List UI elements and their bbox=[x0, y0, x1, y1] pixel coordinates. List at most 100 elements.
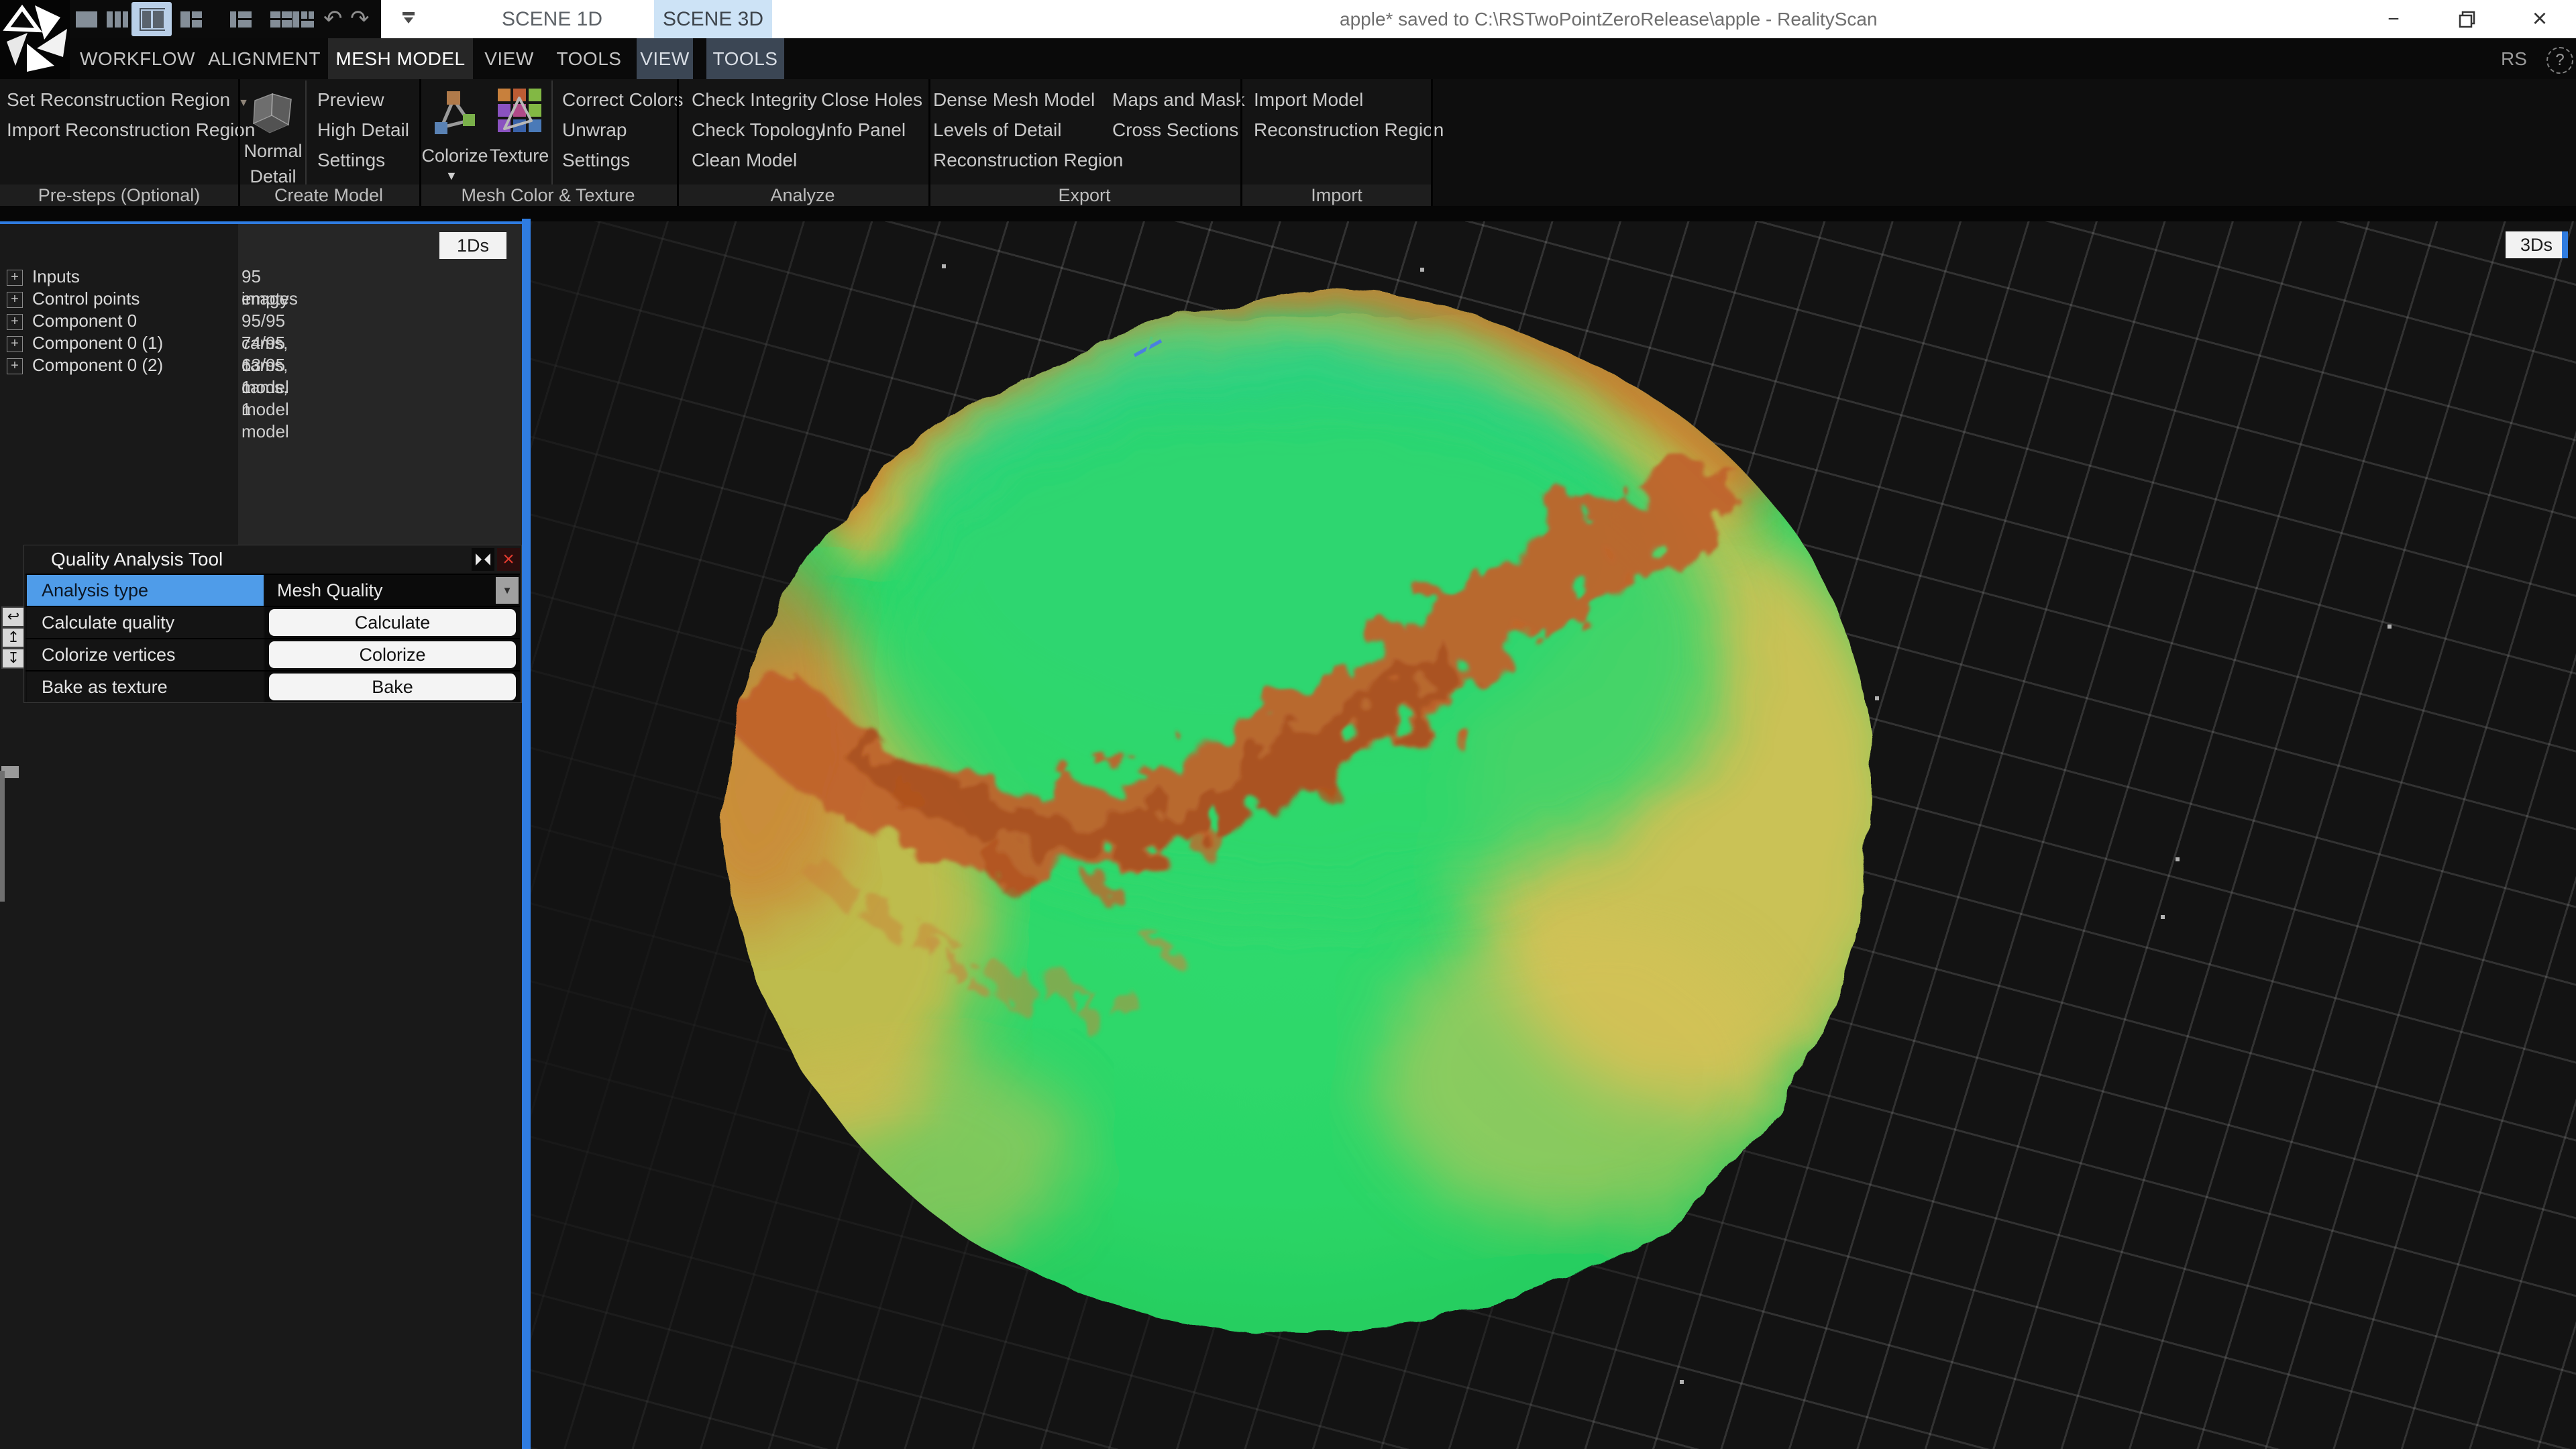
ribbon-divider bbox=[238, 79, 240, 206]
toolbar-pin-icon[interactable] bbox=[402, 12, 415, 23]
undo-icon[interactable]: ↶ bbox=[323, 0, 343, 38]
close-button[interactable]: × bbox=[2521, 0, 2559, 38]
quality-tool-titlebar[interactable]: Quality Analysis Tool × bbox=[24, 545, 521, 574]
group-export: Export bbox=[928, 184, 1240, 206]
ribbon-import-reconstruction-region[interactable]: Import Reconstruction Region bbox=[7, 119, 255, 142]
quality-row-calculate: Calculate quality Calculate bbox=[25, 606, 520, 638]
dock-move-up-button[interactable]: ↥ bbox=[1, 627, 25, 648]
normal-detail-icon[interactable] bbox=[250, 91, 295, 139]
bake-button[interactable]: Bake bbox=[269, 674, 516, 700]
ribbon-divider bbox=[677, 79, 679, 206]
tree-row-component-0-2[interactable]: + Component 0 (2) 63/95 cams, 1 model bbox=[0, 354, 522, 376]
ribbon-close-holes[interactable]: Close Holes bbox=[821, 89, 922, 111]
calculate-cell: Calculate bbox=[265, 607, 520, 638]
ribbon-preview[interactable]: Preview bbox=[317, 89, 384, 111]
analysis-type-label[interactable]: Analysis type bbox=[27, 575, 264, 606]
group-analyze: Analyze bbox=[677, 184, 928, 206]
redo-icon[interactable]: ↷ bbox=[350, 0, 370, 38]
ribbon-divider bbox=[419, 79, 421, 206]
quality-tool-title: Quality Analysis Tool bbox=[51, 545, 223, 574]
colorize-icon[interactable] bbox=[433, 90, 478, 142]
menu-workflow[interactable]: WORKFLOW bbox=[91, 38, 184, 79]
tab-scene-3d[interactable]: SCENE 3D bbox=[654, 0, 772, 38]
ribbon-import-model[interactable]: Import Model bbox=[1254, 89, 1363, 111]
ribbon-check-integrity[interactable]: Check Integrity bbox=[692, 89, 817, 111]
ribbon-export-reconstruction-region[interactable]: Reconstruction Region bbox=[933, 149, 1123, 172]
group-create-model: Create Model bbox=[238, 184, 419, 206]
menu-tools[interactable]: TOOLS bbox=[557, 38, 621, 79]
ribbon-info-panel[interactable]: Info Panel bbox=[821, 119, 906, 142]
close-quality-tool-icon[interactable]: × bbox=[497, 548, 520, 571]
menu-alignment[interactable]: ALIGNMENT bbox=[217, 38, 312, 79]
ribbon-import-reconstruction-region2[interactable]: Reconstruction Region bbox=[1254, 119, 1444, 142]
expander-icon[interactable]: + bbox=[7, 358, 23, 374]
ribbon-divider bbox=[1240, 79, 1242, 206]
dock-return-button[interactable]: ↩ bbox=[1, 606, 25, 627]
tree-value: 95 images bbox=[241, 266, 258, 288]
ribbon: Set Reconstruction Region▼ Import Recons… bbox=[0, 79, 2576, 206]
texture-icon[interactable] bbox=[496, 87, 543, 142]
dock-handle[interactable] bbox=[0, 771, 5, 902]
realityscan-window: ↶ ↷ SCENE 1D SCENE 3D apple* saved to C:… bbox=[0, 0, 2576, 1449]
tree-row-inputs[interactable]: + Inputs 95 images bbox=[0, 266, 522, 288]
menu-mesh-model[interactable]: MESH MODEL bbox=[328, 38, 473, 79]
badge-1ds[interactable]: 1Ds bbox=[439, 232, 506, 259]
expander-icon[interactable]: + bbox=[7, 336, 23, 352]
expander-icon[interactable]: + bbox=[7, 314, 23, 330]
ribbon-check-topology[interactable]: Check Topology bbox=[692, 119, 825, 142]
bake-as-texture-label: Bake as texture bbox=[27, 672, 264, 702]
ribbon-maps-and-mask[interactable]: Maps and Mask bbox=[1112, 89, 1245, 111]
colorize-button[interactable]: Colorize bbox=[269, 641, 516, 668]
colorize-vertices-label: Colorize vertices bbox=[27, 639, 264, 670]
colorize-dropdown-caret-icon[interactable]: ▼ bbox=[445, 169, 458, 183]
layout-preset-icon-1[interactable] bbox=[74, 9, 99, 30]
quality-row-colorize: Colorize vertices Colorize bbox=[25, 638, 520, 670]
scene-3d-viewport[interactable]: 3Ds bbox=[531, 221, 2576, 1449]
layout-preset-icon-7[interactable] bbox=[290, 9, 316, 30]
quality-row-bake: Bake as texture Bake bbox=[25, 670, 520, 702]
ribbon-cross-sections[interactable]: Cross Sections bbox=[1112, 119, 1238, 142]
layout-preset-icon-4[interactable] bbox=[178, 9, 204, 30]
ribbon-set-reconstruction-region[interactable]: Set Reconstruction Region▼ bbox=[7, 89, 249, 111]
dock-toggle-icon[interactable] bbox=[472, 548, 494, 571]
ribbon-dense-mesh-model[interactable]: Dense Mesh Model bbox=[933, 89, 1095, 111]
ribbon-clean-model[interactable]: Clean Model bbox=[692, 149, 797, 172]
quality-analysis-tool-panel: Quality Analysis Tool × Analysis type Me… bbox=[23, 545, 522, 703]
ribbon-settings-create[interactable]: Settings bbox=[317, 149, 385, 172]
layout-preset-icon-2[interactable] bbox=[105, 9, 130, 30]
realityscan-logo[interactable] bbox=[0, 0, 70, 79]
badge-3ds-active-bar bbox=[2562, 231, 2568, 258]
menu-view[interactable]: VIEW bbox=[484, 38, 534, 79]
scene-1d-panel: 1Ds + Inputs 95 images + Control points … bbox=[0, 221, 522, 1449]
dropdown-arrow-icon[interactable]: ▼ bbox=[496, 577, 519, 604]
tree-label: Component 0 (1) bbox=[32, 332, 163, 354]
tree-row-component-0[interactable]: + Component 0 95/95 cams, 1 model bbox=[0, 310, 522, 332]
badge-3ds[interactable]: 3Ds bbox=[2506, 231, 2567, 258]
ribbon-settings-texture[interactable]: Settings bbox=[562, 149, 630, 172]
layout-preset-icon-3[interactable] bbox=[140, 9, 165, 30]
maximize-button[interactable] bbox=[2449, 0, 2486, 38]
calculate-button[interactable]: Calculate bbox=[269, 609, 516, 636]
quality-row-analysis-type: Analysis type Mesh Quality ▼ bbox=[25, 574, 520, 606]
title-bar: ↶ ↷ SCENE 1D SCENE 3D apple* saved to C:… bbox=[0, 0, 2576, 38]
tree-row-component-0-1[interactable]: + Component 0 (1) 74/95 cams, 1 model bbox=[0, 332, 522, 354]
user-badge[interactable]: RS bbox=[2501, 38, 2527, 79]
analysis-type-dropdown[interactable]: Mesh Quality ▼ bbox=[265, 575, 520, 606]
expander-icon[interactable]: + bbox=[7, 292, 23, 308]
menu-context-tools[interactable]: TOOLS bbox=[706, 38, 784, 79]
expander-icon[interactable]: + bbox=[7, 270, 23, 286]
panel-splitter[interactable] bbox=[522, 219, 531, 1449]
ribbon-levels-of-detail[interactable]: Levels of Detail bbox=[933, 119, 1061, 142]
minimize-button[interactable]: − bbox=[2375, 0, 2412, 38]
apple-mesh-model[interactable] bbox=[531, 221, 2576, 1449]
help-icon[interactable]: ? bbox=[2546, 47, 2573, 74]
normal-detail-label: Normal Detail bbox=[236, 138, 310, 189]
menu-context-view[interactable]: VIEW bbox=[637, 38, 693, 79]
tab-scene-1d[interactable]: SCENE 1D bbox=[472, 0, 633, 38]
layout-preset-icon-5[interactable] bbox=[228, 9, 254, 30]
ribbon-unwrap[interactable]: Unwrap bbox=[562, 119, 627, 142]
ribbon-correct-colors[interactable]: Correct Colors bbox=[562, 89, 683, 111]
ribbon-high-detail[interactable]: High Detail bbox=[317, 119, 409, 142]
dock-move-down-button[interactable]: ↧ bbox=[1, 648, 25, 669]
tree-row-control-points[interactable]: + Control points empty bbox=[0, 288, 522, 310]
